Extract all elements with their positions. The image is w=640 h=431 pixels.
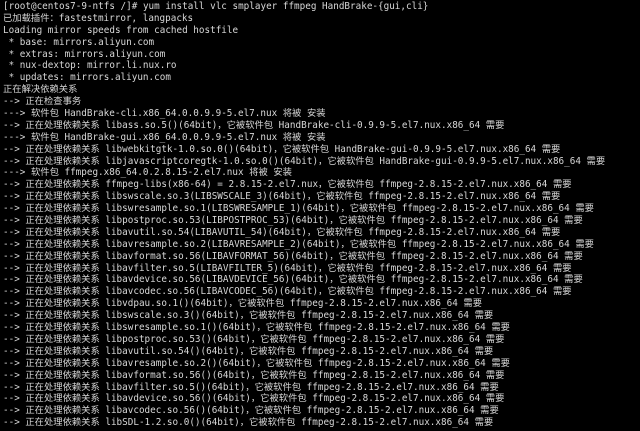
terminal-line: * updates: mirrors.aliyun.com bbox=[3, 72, 171, 84]
terminal-line: --> 正在处理依赖关系 libSDL-1.2.so.0()(64bit)，它被… bbox=[3, 417, 494, 429]
terminal-line: --> 正在处理依赖关系 libavdevice.so.56(LIBAVDEVI… bbox=[3, 274, 583, 286]
terminal-line: --> 正在处理依赖关系 libavformat.so.56()(64bit)，… bbox=[3, 369, 505, 381]
terminal-line: * extras: mirrors.aliyun.com bbox=[3, 48, 166, 60]
terminal-line: --> 正在处理依赖关系 libvdpau.so.1()(64bit)，它被软件… bbox=[3, 298, 482, 310]
terminal-line: --> 正在处理依赖关系 libavresample.so.2(LIBAVRES… bbox=[3, 238, 594, 250]
terminal-line: --> 正在处理依赖关系 libavfilter.so.5(LIBAVFILTE… bbox=[3, 262, 572, 274]
terminal-line: ---> 软件包 ffmpeg.x86_64.0.2.8.15-2.el7.nu… bbox=[3, 167, 292, 179]
terminal-line: ---> 软件包 HandBrake-cli.x86_64.0.0.9.9-5.… bbox=[3, 108, 326, 120]
terminal-line: --> 正在处理依赖关系 libavutil.so.54()(64bit)，它被… bbox=[3, 345, 494, 357]
terminal-line: --> 正在处理依赖关系 libavcodec.so.56()(64bit)，它… bbox=[3, 405, 499, 417]
terminal-line: --> 正在检查事务 bbox=[3, 96, 82, 108]
terminal-line: * base: mirrors.aliyun.com bbox=[3, 36, 155, 48]
terminal-line: --> 正在处理依赖关系 libpostproc.so.53()(64bit)，… bbox=[3, 333, 505, 345]
terminal-line: * nux-dextop: mirror.li.nux.ro bbox=[3, 60, 177, 72]
shell-prompt: [root@centos7-9-ntfs /]# bbox=[3, 1, 143, 12]
terminal-line: Loading mirror speeds from cached hostfi… bbox=[3, 24, 239, 36]
terminal-line: --> 正在处理依赖关系 libwebkitgtk-1.0.so.0()(64b… bbox=[3, 143, 561, 155]
command-text: yum install vlc smplayer ffmpeg HandBrak… bbox=[142, 1, 429, 12]
terminal-line: --> 正在处理依赖关系 libswresample.so.1(LIBSWRES… bbox=[3, 203, 594, 215]
terminal-line: 已加载插件：fastestmirror, langpacks bbox=[3, 12, 194, 24]
terminal-line: --> 正在处理依赖关系 libswscale.so.3(LIBSWSCALE_… bbox=[3, 191, 561, 203]
terminal-line: --> 正在处理依赖关系 libavfilter.so.5()(64bit)，它… bbox=[3, 381, 499, 393]
terminal-line: --> 正在处理依赖关系 libavresample.so.2()(64bit)… bbox=[3, 357, 510, 369]
terminal-line: ---> 软件包 HandBrake-gui.x86_64.0.0.9.9-5.… bbox=[3, 131, 326, 143]
terminal-line: --> 正在处理依赖关系 libavcodec.so.56(LIBAVCODEC… bbox=[3, 286, 572, 298]
terminal-line: --> 正在处理依赖关系 libswresample.so.1()(64bit)… bbox=[3, 322, 510, 334]
terminal-line: 正在解决依赖关系 bbox=[3, 84, 78, 96]
terminal-line: --> 正在处理依赖关系 libjavascriptcoregtk-1.0.so… bbox=[3, 155, 606, 167]
terminal-line: --> 正在处理依赖关系 libavdevice.so.56()(64bit)，… bbox=[3, 393, 505, 405]
terminal-line: --> 正在处理依赖关系 libswscale.so.3()(64bit)，它被… bbox=[3, 310, 494, 322]
terminal-line: --> 正在处理依赖关系 libpostproc.so.53(LIBPOSTPR… bbox=[3, 215, 583, 227]
terminal-line: --> 正在处理依赖关系 libass.so.5()(64bit)，它被软件包 … bbox=[3, 119, 505, 131]
terminal-line: --> 正在处理依赖关系 libavutil.so.54(LIBAVUTIL_5… bbox=[3, 226, 561, 238]
terminal-window[interactable]: [root@centos7-9-ntfs /]# yum install vlc… bbox=[0, 0, 640, 431]
prompt-line: [root@centos7-9-ntfs /]# yum install vlc… bbox=[3, 1, 640, 13]
terminal-line: --> 正在处理依赖关系 libavformat.so.56(LIBAVFORM… bbox=[3, 250, 583, 262]
terminal-line: --> 正在处理依赖关系 ffmpeg-libs(x86-64) = 2.8.1… bbox=[3, 179, 572, 191]
